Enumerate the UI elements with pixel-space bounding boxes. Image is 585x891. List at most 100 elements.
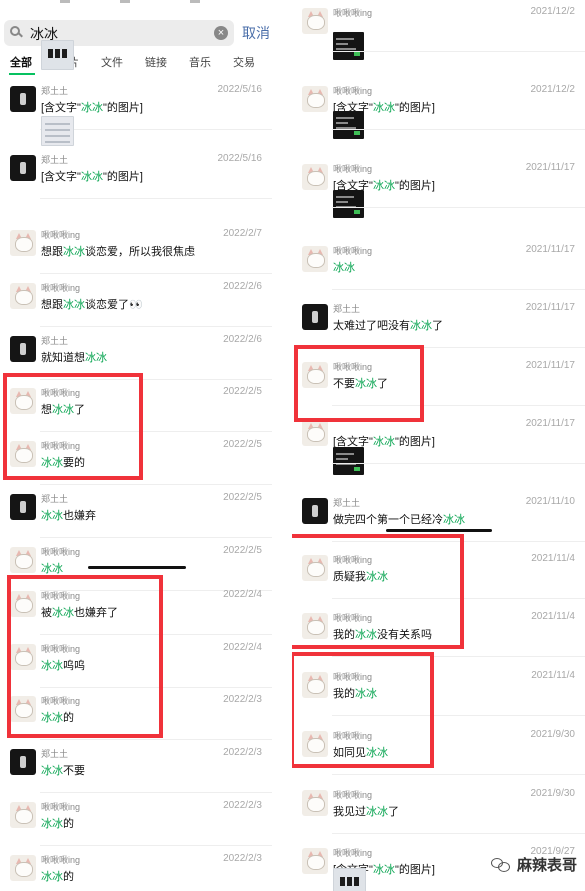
- search-result-row[interactable]: 郑土土 2022/2/3 冰冰不要: [0, 741, 272, 793]
- message-date: 2022/2/3: [223, 747, 262, 758]
- keyword-highlight: 冰冰: [410, 320, 432, 332]
- sender-name: 啾啾啾ing: [333, 164, 373, 174]
- snippet-text: [含文字": [41, 102, 81, 114]
- search-result-row[interactable]: 啾啾啾ing 2022/2/7 想跟冰冰谈恋爱，所以我很焦虑: [0, 222, 272, 274]
- snippet-text: [含文字": [41, 171, 81, 183]
- image-thumbnail[interactable]: [41, 116, 74, 146]
- search-result-row[interactable]: 啾啾啾ing 2022/2/6 想跟冰冰谈恋爱了👀: [0, 275, 272, 327]
- message-snippet: [含文字"冰冰"的图片]: [41, 168, 143, 184]
- search-result-row[interactable]: 啾啾啾ing 2022/2/3 冰冰的: [0, 847, 272, 891]
- message-date: 2021/9/30: [530, 788, 576, 799]
- search-result-row[interactable]: 啾啾啾ing 2021/11/17 冰冰: [292, 238, 585, 290]
- cat-avatar[interactable]: [10, 283, 36, 309]
- highlight-box: [7, 575, 163, 738]
- row-divider: [40, 537, 272, 538]
- avatar[interactable]: [10, 86, 36, 112]
- keyword-highlight: 冰冰: [443, 514, 465, 526]
- snippet-text: 太难过了吧没有: [333, 320, 410, 332]
- message-snippet: 冰冰不要: [41, 762, 85, 778]
- cat-avatar[interactable]: [10, 230, 36, 256]
- message-date: 2022/2/3: [223, 694, 262, 705]
- row-divider: [40, 739, 272, 740]
- message-date: 2022/2/3: [223, 800, 262, 811]
- cancel-button[interactable]: 取消: [242, 23, 270, 43]
- snippet-text: 想跟: [41, 299, 63, 311]
- scroll-indicator: [386, 529, 492, 532]
- tab-music[interactable]: 音乐: [189, 54, 211, 70]
- avatar[interactable]: [302, 304, 328, 330]
- tab-transactions[interactable]: 交易: [233, 54, 255, 70]
- message-date: 2021/11/17: [525, 302, 575, 313]
- keyword-highlight: 冰冰: [372, 102, 395, 114]
- snippet-text: "的图片]: [394, 436, 435, 448]
- search-result-row[interactable]: 啾啾啾ing 2021/12/2: [292, 0, 585, 60]
- sender-name: 郑土土: [41, 155, 69, 165]
- cat-avatar[interactable]: [302, 246, 328, 272]
- message-date: 2022/2/5: [223, 492, 262, 503]
- message-date: 2022/5/16: [217, 153, 263, 164]
- message-date: 2021/11/17: [525, 418, 575, 429]
- search-result-row[interactable]: 啾啾啾ing 2021/9/30 我见过冰冰了: [292, 782, 585, 834]
- tab-all[interactable]: 全部: [10, 54, 32, 70]
- row-divider: [40, 484, 272, 485]
- cat-avatar[interactable]: [302, 790, 328, 816]
- cat-avatar[interactable]: [10, 855, 36, 881]
- message-date: 2022/2/4: [223, 589, 262, 600]
- cat-avatar[interactable]: [302, 848, 328, 874]
- avatar[interactable]: [302, 498, 328, 524]
- avatar[interactable]: [10, 494, 36, 520]
- cat-avatar[interactable]: [302, 86, 328, 112]
- search-result-row[interactable]: 郑土土 2021/11/17 太难过了吧没有冰冰了: [292, 296, 585, 348]
- clear-icon[interactable]: ×: [214, 26, 228, 40]
- search-result-row[interactable]: 郑土土 2022/2/5 冰冰也嫌弃: [0, 486, 272, 538]
- tab-files[interactable]: 文件: [101, 54, 123, 70]
- snippet-text: 谈恋爱了👀: [85, 299, 143, 311]
- message-date: 2022/5/16: [217, 84, 263, 95]
- image-thumbnail[interactable]: [333, 447, 364, 475]
- message-date: 2021/11/17: [525, 162, 575, 173]
- search-icon: [10, 26, 20, 36]
- avatar[interactable]: [10, 336, 36, 362]
- avatar[interactable]: [10, 155, 36, 181]
- cat-avatar[interactable]: [10, 802, 36, 828]
- highlight-box: [3, 373, 143, 480]
- image-thumbnail[interactable]: [333, 868, 366, 891]
- snippet-text: "的图片]: [394, 102, 435, 114]
- message-snippet: 冰冰也嫌弃: [41, 507, 96, 523]
- search-result-row[interactable]: 啾啾啾ing 2021/12/2 [含文字"冰冰"的图片]: [292, 78, 585, 139]
- cat-avatar[interactable]: [302, 420, 328, 446]
- search-result-row[interactable]: 啾啾啾ing 2022/2/3 冰冰的: [0, 794, 272, 846]
- sender-name: 郑土土: [41, 494, 69, 504]
- image-thumbnail[interactable]: [333, 190, 364, 218]
- snippet-text: 谈恋爱，所以我很焦虑: [85, 246, 195, 258]
- snippet-text: 也嫌弃: [63, 510, 96, 522]
- row-divider: [40, 198, 272, 199]
- search-bar[interactable]: 冰冰 ×: [4, 20, 234, 46]
- avatar[interactable]: [10, 749, 36, 775]
- sender-name: 啾啾啾ing: [333, 790, 373, 800]
- message-date: 2021/11/17: [525, 244, 575, 255]
- sender-name: 郑土土: [41, 749, 69, 759]
- search-result-row[interactable]: 啾啾啾ing 2021/11/17 [含文字"冰冰"的图片]: [292, 156, 585, 218]
- keyword-highlight: 冰冰: [63, 246, 85, 258]
- cat-avatar[interactable]: [302, 8, 328, 34]
- image-thumbnail[interactable]: [333, 111, 364, 139]
- keyword-highlight: 冰冰: [80, 171, 103, 183]
- message-date: 2022/2/6: [223, 281, 262, 292]
- row-divider: [40, 273, 272, 274]
- message-snippet: 冰冰的: [41, 868, 74, 884]
- tab-links[interactable]: 链接: [145, 54, 167, 70]
- right-screenshot-panel: 啾啾啾ing 2021/12/2 啾啾啾ing 2021/12/2 [含文字"冰冰"的图…: [292, 0, 585, 891]
- search-result-row[interactable]: 郑土土 2022/5/16 [含文字"冰冰"的图片]: [0, 116, 272, 199]
- image-thumbnail[interactable]: [333, 32, 364, 60]
- image-thumbnail[interactable]: [41, 40, 74, 70]
- snippet-text: 的: [63, 818, 74, 830]
- cat-avatar[interactable]: [10, 547, 36, 573]
- message-date: 2022/2/3: [223, 853, 262, 864]
- keyword-highlight: 冰冰: [41, 871, 63, 883]
- snippet-text: 想跟: [41, 246, 63, 258]
- scroll-indicator: [88, 566, 186, 569]
- cat-avatar[interactable]: [302, 164, 328, 190]
- row-divider: [332, 774, 585, 775]
- message-date: 2022/2/5: [223, 386, 262, 397]
